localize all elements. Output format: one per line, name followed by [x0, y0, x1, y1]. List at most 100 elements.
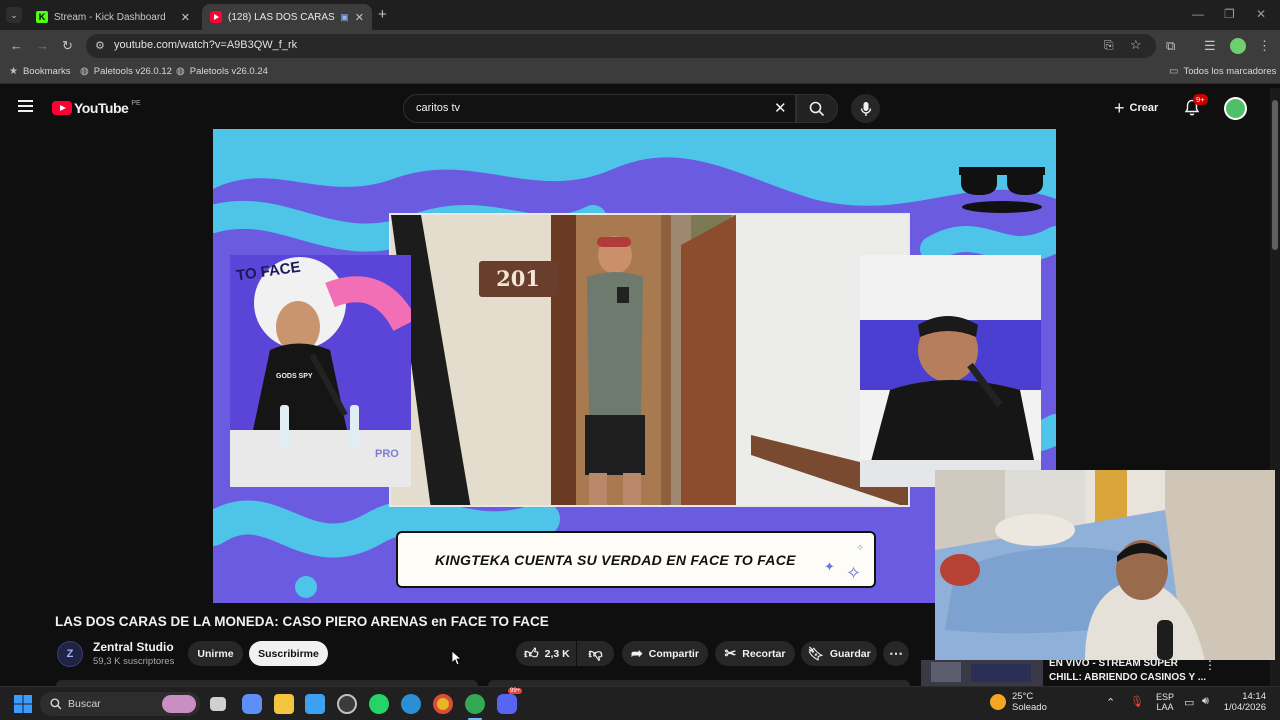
- close-icon[interactable]: ✕: [181, 11, 190, 24]
- account-avatar[interactable]: [1224, 97, 1247, 120]
- video-player[interactable]: 201 TO FACE GODS SPY PRO KINGTEKA CUENTA…: [213, 129, 1056, 603]
- video-caption-box: KINGTEKA CUENTA SU VERDAD EN FACE TO FAC…: [396, 531, 876, 588]
- tab-kick-dashboard[interactable]: K Stream - Kick Dashboard ✕: [28, 4, 198, 30]
- left-brand-text: PRO: [375, 448, 399, 460]
- microphone-tray-icon[interactable]: 🎙︎: [1130, 695, 1144, 708]
- clear-search-icon[interactable]: ✕: [774, 99, 787, 117]
- language-indicator[interactable]: ESP LAA: [1156, 692, 1174, 712]
- menu-icon[interactable]: ⋮: [1258, 38, 1271, 54]
- bookmark-item[interactable]: ◍ Paletools v26.0.24: [176, 66, 268, 77]
- obs-icon[interactable]: [337, 694, 357, 714]
- shirt-text: GODS SPY: [276, 373, 313, 380]
- clock[interactable]: 14:14 1/04/2026: [1224, 691, 1266, 713]
- store-icon[interactable]: [305, 694, 325, 714]
- plus-icon: +: [1114, 97, 1125, 118]
- taskbar-search-box[interactable]: Buscar: [40, 692, 200, 716]
- clip-button[interactable]: ✂ Recortar: [715, 641, 795, 666]
- share-button[interactable]: ➦ Compartir: [622, 641, 708, 666]
- notification-badge: 9+: [1193, 94, 1208, 105]
- install-app-icon[interactable]: ⎘: [1104, 38, 1114, 53]
- search-highlight-icon: [162, 695, 196, 713]
- scissors-icon: ✂: [724, 645, 737, 661]
- youtube-header: YouTube PE caritos tv ✕ + Crear 9+: [0, 88, 1270, 128]
- close-icon[interactable]: ✕: [355, 11, 364, 24]
- window-close-icon[interactable]: ✕: [1256, 7, 1266, 21]
- bookmark-item[interactable]: ★ Bookmarks: [9, 66, 70, 77]
- windows-taskbar: Buscar 99+ 25°C Soleado ⌃ 🎙︎ ESP LAA ▭ 🔊…: [0, 686, 1280, 720]
- youtube-icon: [210, 11, 222, 23]
- star-icon: ★: [9, 66, 18, 77]
- share-icon: ➦: [631, 645, 643, 661]
- notifications-button[interactable]: 9+: [1184, 94, 1208, 121]
- subscribe-button[interactable]: Suscribirme: [249, 641, 328, 666]
- thumbs-down-icon: 👎︎: [588, 645, 603, 661]
- globe-icon: ◍: [176, 66, 185, 77]
- search-icon: [50, 698, 62, 710]
- create-button[interactable]: + Crear: [1114, 96, 1158, 120]
- sparkle-icon: ✧: [856, 543, 865, 554]
- network-icon[interactable]: ▭: [1184, 696, 1194, 709]
- weather-widget[interactable]: 25°C Soleado: [990, 691, 1047, 713]
- like-button[interactable]: 👍︎ 2,3 K: [516, 641, 576, 666]
- tab-label: Stream - Kick Dashboard: [54, 11, 166, 23]
- recommended-thumbnail[interactable]: [921, 660, 1043, 686]
- webcam-overlay: [935, 470, 1275, 660]
- youtube-play-icon: [52, 101, 72, 115]
- discord-icon[interactable]: 99+: [497, 688, 523, 714]
- file-explorer-icon[interactable]: [274, 694, 294, 714]
- whatsapp-icon[interactable]: [369, 694, 389, 714]
- forward-icon[interactable]: →: [36, 38, 49, 54]
- chrome-profile-icon[interactable]: [465, 694, 485, 714]
- video-title: LAS DOS CARAS DE LA MONEDA: CASO PIERO A…: [55, 614, 549, 629]
- new-tab-button[interactable]: +: [378, 6, 387, 23]
- voice-search-button[interactable]: [851, 94, 880, 123]
- join-button[interactable]: Unirme: [188, 641, 243, 666]
- volume-icon[interactable]: 🔊︎: [1202, 695, 1209, 708]
- cast-icon: ▣: [340, 11, 349, 22]
- kick-icon: K: [36, 11, 48, 23]
- tab-youtube-video[interactable]: (128) LAS DOS CARAS DE LA ▣ ✕: [202, 4, 372, 30]
- tab-label: (128) LAS DOS CARAS DE LA: [228, 11, 336, 23]
- channel-name[interactable]: Zentral Studio: [93, 640, 174, 654]
- mouse-cursor: [452, 651, 462, 666]
- save-button[interactable]: 🔖︎ Guardar: [801, 641, 877, 666]
- sparkle-icon: ✧: [846, 563, 862, 583]
- minimize-icon[interactable]: —: [1192, 7, 1204, 21]
- sunglasses-icon: [959, 167, 1045, 213]
- dislike-button[interactable]: 👎︎: [577, 641, 614, 666]
- windows-start-icon[interactable]: [14, 695, 32, 713]
- subscriber-count: 59,3 K suscriptores: [93, 656, 175, 667]
- restore-icon[interactable]: ❐: [1224, 7, 1235, 21]
- more-actions-button[interactable]: ⋯: [883, 641, 909, 666]
- extensions-icon[interactable]: ⧉: [1166, 38, 1175, 54]
- search-input[interactable]: caritos tv ✕: [403, 94, 796, 123]
- tab-strip: ⌄ K Stream - Kick Dashboard ✕ (128) LAS …: [0, 0, 1280, 30]
- youtube-logo[interactable]: YouTube PE: [52, 100, 141, 116]
- profile-avatar[interactable]: [1230, 38, 1246, 54]
- room-number-sign: 201: [479, 261, 557, 297]
- back-icon[interactable]: ←: [10, 38, 23, 54]
- search-icon: [809, 101, 825, 116]
- site-info-icon[interactable]: ⚙: [95, 39, 105, 52]
- bookmark-item[interactable]: ◍ Paletools v26.0.12: [80, 66, 172, 77]
- bookmark-star-icon[interactable]: ☆: [1130, 37, 1142, 53]
- hamburger-menu-icon[interactable]: [18, 100, 33, 112]
- recommended-more-icon[interactable]: ⋮: [1204, 658, 1216, 672]
- edge-icon[interactable]: [401, 694, 421, 714]
- reload-icon[interactable]: ↻: [62, 38, 73, 54]
- copilot-icon[interactable]: [242, 694, 262, 714]
- tab-search-button[interactable]: ⌄: [6, 7, 22, 23]
- channel-avatar[interactable]: Z: [57, 641, 83, 667]
- bookmarks-bar: ★ Bookmarks ◍ Paletools v26.0.12 ◍ Palet…: [0, 62, 1280, 84]
- center-video-panel: 201: [389, 213, 910, 507]
- search-button[interactable]: [796, 94, 838, 123]
- more-icon: ⋯: [889, 645, 903, 661]
- media-controls-icon[interactable]: ☰: [1204, 38, 1216, 54]
- address-bar[interactable]: ⚙ youtube.com/watch?v=A9B3QW_f_rk ⎘ ☆: [86, 34, 1156, 58]
- all-bookmarks[interactable]: ▭ Todos los marcadores: [1169, 66, 1276, 77]
- chrome-icon[interactable]: [433, 694, 453, 714]
- task-view-icon[interactable]: [210, 697, 226, 711]
- recommended-title-line2[interactable]: CHILL: ABRIENDO CASINOS Y ...: [1049, 672, 1206, 683]
- right-video-panel: [860, 255, 1041, 487]
- chevron-up-icon[interactable]: ⌃: [1106, 696, 1115, 709]
